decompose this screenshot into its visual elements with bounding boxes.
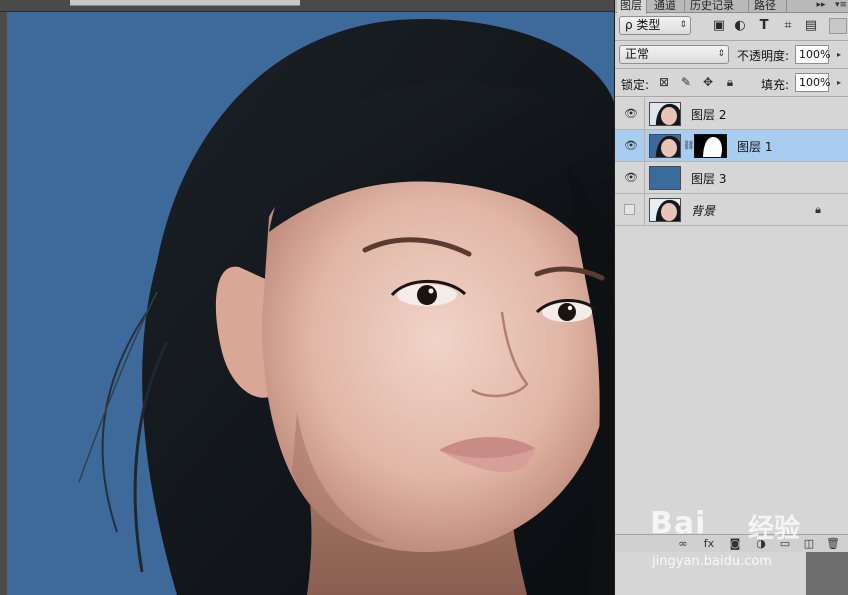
divider xyxy=(615,96,848,97)
status-corner xyxy=(806,552,848,595)
trash-icon[interactable]: 🗑︎ xyxy=(825,536,841,552)
thumbnail-portrait xyxy=(650,135,680,157)
visibility-column xyxy=(615,194,645,226)
opacity-slider-arrow-icon[interactable]: ▸ xyxy=(833,45,845,64)
visibility-column: 👁︎ xyxy=(615,162,645,194)
layer-name[interactable]: 背景 xyxy=(691,202,715,219)
layer-mask-thumbnail[interactable] xyxy=(694,134,727,158)
layers-list-empty-area[interactable] xyxy=(615,228,848,534)
lock-transparent-pixels-icon[interactable]: ⊠ xyxy=(657,74,671,90)
divider xyxy=(615,68,848,69)
divider xyxy=(615,40,848,41)
portrait-illustration xyxy=(7,12,614,595)
layer-row-selected[interactable]: 👁︎ ⛓︎ 图层 1 xyxy=(615,130,848,162)
panel-menu-icon[interactable]: ▾≡ xyxy=(833,0,848,13)
fill-input[interactable]: 100% xyxy=(795,73,830,92)
visibility-column: 👁︎ xyxy=(615,130,645,162)
watermark-logo: Bai xyxy=(650,506,707,541)
type-filter-icon[interactable]: T xyxy=(756,18,772,34)
chevron-updown-icon: ⇕ xyxy=(679,20,687,30)
tab-paths[interactable]: 路径 xyxy=(751,0,787,13)
fill-label: 填充: xyxy=(761,78,790,92)
link-icon[interactable]: ⛓︎ xyxy=(683,140,694,152)
shape-filter-icon[interactable]: ⌗ xyxy=(780,18,796,34)
thumbnail-portrait xyxy=(650,199,680,221)
tab-history[interactable]: 历史记录 xyxy=(687,0,749,13)
layer-thumbnail-solid-color xyxy=(649,166,681,190)
mask-shape xyxy=(695,135,726,157)
layer-name[interactable]: 图层 3 xyxy=(691,170,726,187)
layer-row-background[interactable]: 背景 🔒︎ xyxy=(615,194,848,226)
visibility-column: 👁︎ xyxy=(615,98,645,130)
layers-list: 👁︎ 图层 2 👁︎ ⛓︎ 图层 1 👁︎ 图层 3 背景 🔒︎ xyxy=(615,98,848,228)
filter-toggle-icon[interactable] xyxy=(829,18,847,34)
fill-slider-arrow-icon[interactable]: ▸ xyxy=(833,73,845,92)
layer-thumbnail xyxy=(649,198,681,222)
eye-icon[interactable]: 👁︎ xyxy=(624,172,638,184)
filter-kind-label: ρ 类型 xyxy=(625,18,661,32)
eye-icon[interactable]: 👁︎ xyxy=(624,140,638,152)
tab-channels[interactable]: 通道 xyxy=(651,0,685,13)
document-canvas-area[interactable] xyxy=(0,0,614,595)
blend-mode-select[interactable]: 正常 ⇕ xyxy=(619,45,729,64)
opacity-label: 不透明度: xyxy=(737,49,790,63)
document-tab[interactable] xyxy=(70,0,300,6)
visibility-toggle-off[interactable] xyxy=(624,204,635,215)
lock-position-icon[interactable]: ✥ xyxy=(701,74,715,90)
canvas-margin xyxy=(0,12,7,595)
lock-label: 锁定: xyxy=(621,78,650,92)
lock-all-icon[interactable]: 🔒︎ xyxy=(723,74,737,90)
thumbnail-portrait xyxy=(650,103,680,125)
layer-thumbnail xyxy=(649,102,681,126)
adjustment-filter-icon[interactable]: ◐ xyxy=(732,18,748,34)
blend-mode-value: 正常 xyxy=(625,47,650,61)
lock-image-pixels-icon[interactable]: ✎ xyxy=(679,74,693,90)
watermark-url: jingyan.baidu.com xyxy=(652,554,772,569)
lock-icon: 🔒︎ xyxy=(815,203,821,216)
document-tab-strip xyxy=(0,0,614,12)
tab-layers[interactable]: 图层 xyxy=(617,0,647,14)
layer-name[interactable]: 图层 2 xyxy=(691,106,726,123)
watermark: Bai 经验 jingyan.baidu.com xyxy=(650,498,810,580)
photoshop-window: 图层 通道 历史记录 路径 ▸▸ ▾≡ ρ 类型 ⇕ ▣ ◐ T ⌗ ▤ 正常 … xyxy=(0,0,848,595)
smart-object-filter-icon[interactable]: ▤ xyxy=(803,18,819,34)
filter-kind-select[interactable]: ρ 类型 ⇕ xyxy=(619,16,691,35)
chevron-updown-icon: ⇕ xyxy=(717,49,725,59)
image-filter-icon[interactable]: ▣ xyxy=(711,18,727,34)
eye-icon[interactable]: 👁︎ xyxy=(624,108,638,120)
layer-thumbnail xyxy=(649,134,681,158)
more-tabs-icon[interactable]: ▸▸ xyxy=(813,0,829,13)
opacity-input[interactable]: 100% xyxy=(795,45,830,64)
layer-row[interactable]: 👁︎ 图层 2 xyxy=(615,98,848,130)
panel-tab-bar: 图层 通道 历史记录 路径 ▸▸ ▾≡ xyxy=(615,0,848,14)
watermark-logo-suffix: 经验 xyxy=(748,514,801,544)
portrait-image[interactable] xyxy=(7,12,614,595)
layer-row[interactable]: 👁︎ 图层 3 xyxy=(615,162,848,194)
layer-name[interactable]: 图层 1 xyxy=(737,138,772,155)
